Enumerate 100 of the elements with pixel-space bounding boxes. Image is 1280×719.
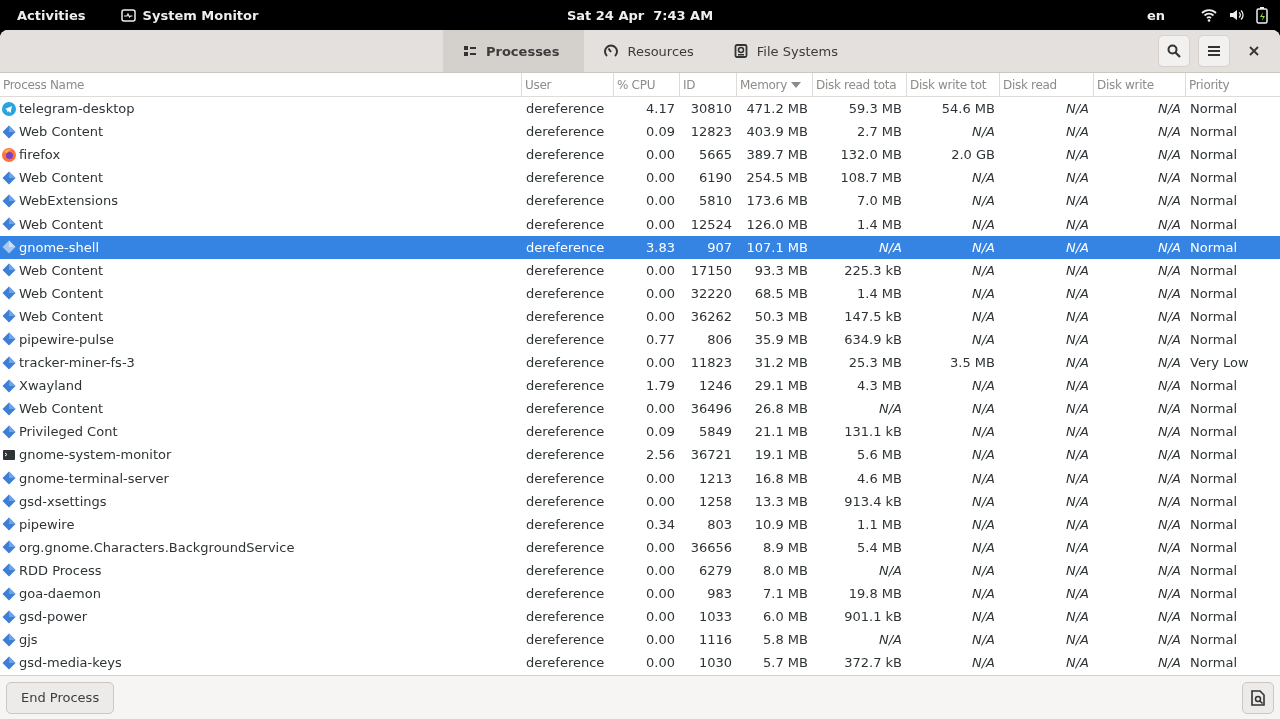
process-name: firefox — [19, 147, 61, 163]
table-cell: 1.4 MB — [857, 285, 902, 301]
activities-button[interactable]: Activities — [17, 7, 86, 23]
table-cell: dereference — [526, 193, 605, 209]
table-cell: dereference — [526, 355, 605, 371]
process-row[interactable]: Web Content dereference 0.00 32220 68.5 MB 1.4 MB N/A N/A N/A Normal — [0, 281, 1280, 305]
table-cell: dereference — [526, 447, 605, 463]
table-cell: dereference — [526, 424, 605, 440]
process-row[interactable]: gnome-shell dereference 3.83 907 107.1 MB N/A N/A N/A N/A Normal — [0, 235, 1280, 259]
table-cell: dereference — [526, 239, 605, 255]
table-cell: 25.3 MB — [848, 355, 902, 371]
table-cell: N/A — [1158, 632, 1181, 648]
table-cell: 147.5 kB — [844, 308, 902, 324]
table-cell: N/A — [1066, 101, 1089, 117]
table-cell: 12823 — [690, 124, 732, 140]
process-row[interactable]: Web Content dereference 0.09 12823 403.9 MB 2.7 MB N/A N/A N/A Normal — [0, 120, 1280, 144]
process-row[interactable]: Web Content dereference 0.00 12524 126.0 MB 1.4 MB N/A N/A N/A Normal — [0, 212, 1280, 236]
table-cell: N/A — [1158, 193, 1181, 209]
table-cell: N/A — [972, 308, 995, 324]
table-cell: 0.00 — [646, 308, 675, 324]
process-name: org.gnome.Characters.BackgroundService — [19, 539, 295, 555]
process-row[interactable]: org.gnome.Characters.BackgroundService dereference 0.00 36656 8.9 MB 5.4 MB N/A N/A N/A Normal — [0, 535, 1280, 559]
process-row[interactable]: tracker-miner-fs-3 dereference 0.00 11823 31.2 MB 25.3 MB 3.5 MB N/A N/A Very Low — [0, 351, 1280, 375]
process-row[interactable]: gnome-system-monitor dereference 2.56 36721 19.1 MB 5.6 MB N/A N/A N/A Normal — [0, 443, 1280, 467]
table-cell: N/A — [972, 632, 995, 648]
table-cell: Normal — [1190, 193, 1238, 209]
process-name: gnome-system-monitor — [19, 447, 172, 463]
table-cell: Normal — [1190, 539, 1238, 555]
process-row[interactable]: Xwayland dereference 1.79 1246 29.1 MB 4.3 MB N/A N/A N/A Normal — [0, 374, 1280, 398]
process-row[interactable]: Web Content dereference 0.00 36262 50.3 MB 147.5 kB N/A N/A N/A Normal — [0, 304, 1280, 328]
table-cell: 19.1 MB — [754, 447, 808, 463]
table-cell: N/A — [972, 493, 995, 509]
table-cell: Normal — [1190, 308, 1238, 324]
process-row[interactable]: pipewire dereference 0.34 803 10.9 MB 1.1 MB N/A N/A N/A Normal — [0, 512, 1280, 536]
process-row[interactable]: goa-daemon dereference 0.00 983 7.1 MB 19.8 MB N/A N/A N/A Normal — [0, 581, 1280, 606]
table-cell: Normal — [1190, 101, 1238, 117]
table-cell: Very Low — [1190, 355, 1249, 371]
table-cell: 254.5 MB — [746, 170, 808, 186]
table-cell: N/A — [1066, 308, 1089, 324]
table-cell: N/A — [972, 332, 995, 347]
process-row[interactable]: gjs dereference 0.00 1116 5.8 MB N/A N/A N/A N/A Normal — [0, 628, 1280, 652]
process-name: pipewire-pulse — [19, 332, 114, 347]
process-row[interactable]: Web Content dereference 0.00 17150 93.3 MB 225.3 kB N/A N/A N/A Normal — [0, 258, 1280, 282]
table-cell: 131.1 kB — [844, 424, 902, 440]
process-row[interactable]: gnome-terminal-server dereference 0.00 1213 16.8 MB 4.6 MB N/A N/A N/A Normal — [0, 466, 1280, 490]
process-row[interactable]: telegram-desktop dereference 4.17 30810 471.2 MB 59.3 MB 54.6 MB N/A N/A Normal — [0, 97, 1280, 121]
process-row[interactable]: gsd-xsettings dereference 0.00 1258 13.3 MB 913.4 kB N/A N/A N/A Normal — [0, 489, 1280, 513]
end-process-button[interactable]: End Process — [6, 681, 115, 714]
table-cell: 36262 — [690, 308, 732, 324]
table-cell: dereference — [526, 332, 605, 347]
process-row[interactable]: gsd-power dereference 0.00 1033 6.0 MB 901.1 kB N/A N/A N/A Normal — [0, 605, 1280, 629]
table-cell: N/A — [879, 562, 902, 578]
table-cell: dereference — [526, 609, 605, 625]
process-name: gjs — [19, 632, 38, 648]
process-name: tracker-miner-fs-3 — [19, 355, 135, 371]
table-cell: N/A — [1066, 170, 1089, 186]
table-cell: N/A — [972, 447, 995, 463]
table-cell: 1030 — [698, 655, 732, 671]
process-name: Web Content — [19, 124, 104, 140]
table-cell: 1116 — [698, 632, 732, 648]
app-menu-label[interactable]: System Monitor — [142, 7, 259, 23]
table-cell: Normal — [1190, 516, 1238, 532]
table-cell: N/A — [1066, 285, 1089, 301]
table-cell: N/A — [1158, 308, 1181, 324]
process-name: telegram-desktop — [19, 101, 135, 117]
view-tab[interactable]: Resources — [584, 30, 714, 72]
table-cell: 6.0 MB — [763, 609, 808, 625]
table-cell: 0.09 — [646, 124, 675, 140]
table-cell: N/A — [1158, 516, 1181, 532]
process-row[interactable]: Web Content dereference 0.00 36496 26.8 MB N/A N/A N/A N/A Normal — [0, 397, 1280, 421]
process-row[interactable]: pipewire-pulse dereference 0.77 806 35.9 MB 634.9 kB N/A N/A N/A Normal — [0, 327, 1280, 352]
process-row[interactable]: firefox dereference 0.00 5665 389.7 MB 132.0 MB 2.0 GB N/A N/A Normal — [0, 143, 1280, 167]
table-cell: 0.00 — [646, 147, 675, 163]
table-cell: 0.00 — [646, 609, 675, 625]
table-cell: 1246 — [698, 378, 732, 394]
table-cell: N/A — [972, 470, 995, 486]
process-row[interactable]: RDD Process dereference 0.00 6279 8.0 MB N/A N/A N/A N/A Normal — [0, 558, 1280, 582]
table-cell: Normal — [1190, 285, 1238, 301]
table-cell: Normal — [1190, 216, 1238, 232]
view-tab[interactable]: Processes — [443, 30, 585, 72]
table-cell: 31.2 MB — [754, 355, 808, 371]
table-cell: N/A — [1066, 355, 1089, 371]
clock[interactable]: Sat 24 Apr 7:43 AM — [566, 7, 714, 23]
keyboard-layout[interactable]: en — [1146, 7, 1165, 23]
table-cell: N/A — [1066, 424, 1089, 440]
table-cell: 59.3 MB — [848, 101, 902, 117]
table-cell: 1033 — [698, 609, 732, 625]
process-row[interactable]: WebExtensions dereference 0.00 5810 173.6 MB 7.0 MB N/A N/A N/A Normal — [0, 189, 1280, 213]
table-cell: N/A — [1158, 562, 1181, 578]
table-cell: 3.83 — [646, 239, 675, 255]
table-cell: 803 — [707, 516, 732, 532]
table-cell: dereference — [526, 216, 605, 232]
process-row[interactable]: gsd-media-keys dereference 0.00 1030 5.7 MB 372.7 kB N/A N/A N/A Normal — [0, 651, 1280, 675]
process-row[interactable]: Web Content dereference 0.00 6190 254.5 MB 108.7 MB N/A N/A N/A Normal — [0, 166, 1280, 190]
table-cell: N/A — [1158, 447, 1181, 463]
table-cell: 35.9 MB — [754, 332, 808, 347]
view-tab[interactable]: File Systems — [713, 30, 858, 72]
process-name: RDD Process — [19, 562, 102, 578]
table-cell: dereference — [526, 655, 605, 671]
process-row[interactable]: Privileged Cont dereference 0.09 5849 21.1 MB 131.1 kB N/A N/A N/A Normal — [0, 420, 1280, 444]
